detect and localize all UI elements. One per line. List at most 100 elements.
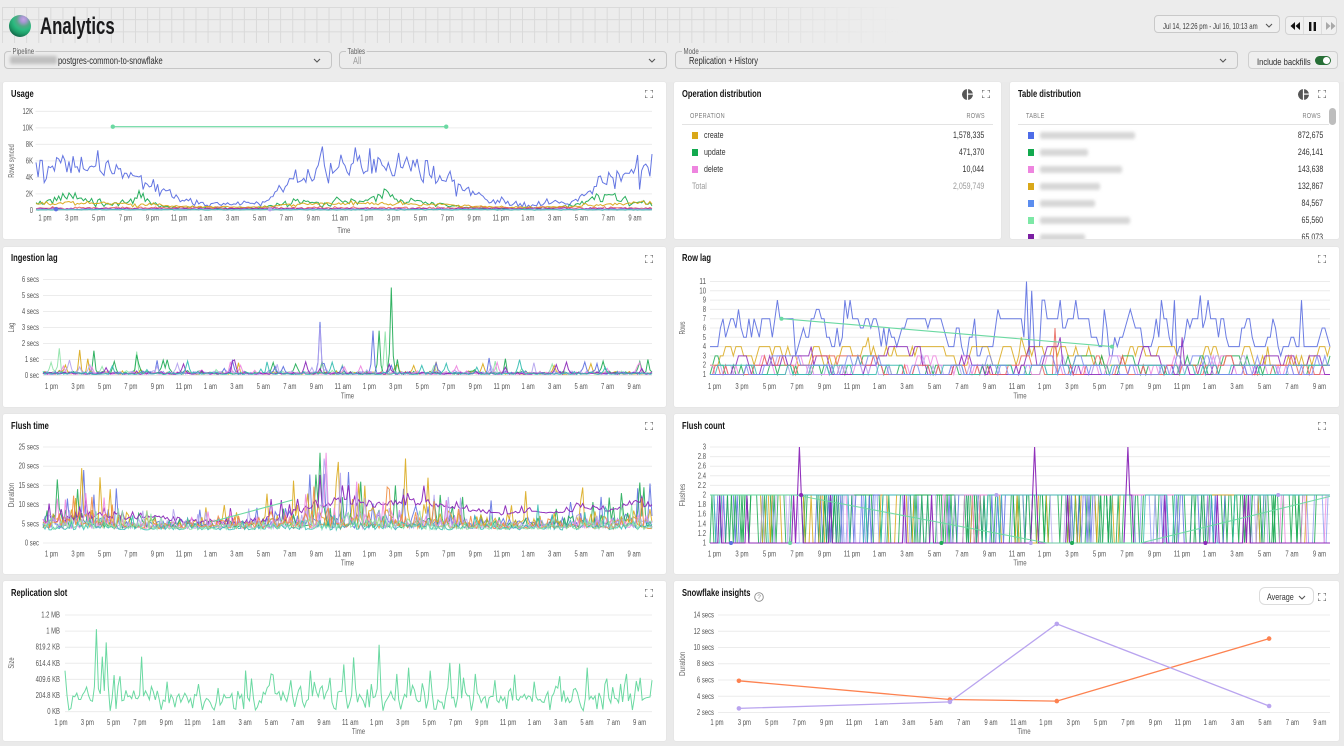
svg-text:7 am: 7 am <box>1286 718 1299 727</box>
svg-text:15 secs: 15 secs <box>19 481 39 490</box>
svg-text:9 pm: 9 pm <box>818 382 831 391</box>
svg-text:11 pm: 11 pm <box>844 382 861 391</box>
svg-text:5 am: 5 am <box>575 550 588 559</box>
svg-text:3: 3 <box>703 443 707 452</box>
svg-text:11 am: 11 am <box>342 718 359 727</box>
svg-text:7 pm: 7 pm <box>441 214 454 223</box>
svg-text:11 pm: 11 pm <box>176 382 193 391</box>
svg-text:11 am: 11 am <box>332 214 349 223</box>
svg-text:11 am: 11 am <box>1009 382 1026 391</box>
svg-text:4K: 4K <box>26 173 34 182</box>
svg-text:1 pm: 1 pm <box>363 382 376 391</box>
svg-text:1 pm: 1 pm <box>708 550 721 559</box>
svg-text:1 pm: 1 pm <box>708 382 721 391</box>
svg-text:5 pm: 5 pm <box>98 382 111 391</box>
svg-text:11 am: 11 am <box>335 550 352 559</box>
svg-text:5: 5 <box>703 332 707 341</box>
svg-text:7 pm: 7 pm <box>1121 718 1134 727</box>
svg-text:2: 2 <box>703 360 707 369</box>
svg-text:1 am: 1 am <box>204 550 217 559</box>
svg-text:5 pm: 5 pm <box>1094 718 1107 727</box>
svg-text:5 am: 5 am <box>1258 550 1271 559</box>
svg-text:9 am: 9 am <box>628 382 641 391</box>
svg-text:5 am: 5 am <box>257 382 270 391</box>
svg-text:11 am: 11 am <box>335 382 352 391</box>
svg-text:9 pm: 9 pm <box>469 382 482 391</box>
svg-text:11 pm: 11 pm <box>184 718 201 727</box>
svg-text:Duration: Duration <box>678 652 687 676</box>
svg-text:9 am: 9 am <box>317 718 330 727</box>
svg-text:1 am: 1 am <box>1203 550 1216 559</box>
svg-text:12K: 12K <box>23 107 34 116</box>
svg-text:3 pm: 3 pm <box>1065 550 1078 559</box>
svg-text:8 secs: 8 secs <box>697 659 714 668</box>
svg-text:1 am: 1 am <box>212 718 225 727</box>
svg-text:3 am: 3 am <box>548 550 561 559</box>
svg-text:3 pm: 3 pm <box>387 214 400 223</box>
svg-text:5 pm: 5 pm <box>107 718 120 727</box>
svg-text:1 am: 1 am <box>873 382 886 391</box>
svg-text:3 am: 3 am <box>548 382 561 391</box>
svg-text:11 am: 11 am <box>1009 550 1026 559</box>
svg-text:1 am: 1 am <box>204 382 217 391</box>
svg-text:1 am: 1 am <box>875 718 888 727</box>
svg-text:5 am: 5 am <box>257 550 270 559</box>
svg-text:5 pm: 5 pm <box>98 550 111 559</box>
svg-text:7 am: 7 am <box>602 214 615 223</box>
svg-text:1 pm: 1 pm <box>1038 550 1051 559</box>
svg-text:819.2 KB: 819.2 KB <box>36 643 60 652</box>
svg-text:5 pm: 5 pm <box>414 214 427 223</box>
svg-text:Size: Size <box>7 657 16 669</box>
svg-text:9 pm: 9 pm <box>1148 382 1161 391</box>
svg-text:9 am: 9 am <box>628 214 641 223</box>
svg-text:0: 0 <box>30 206 34 215</box>
svg-text:7 pm: 7 pm <box>449 718 462 727</box>
svg-text:2: 2 <box>703 491 707 500</box>
svg-text:9 am: 9 am <box>983 550 996 559</box>
svg-text:11 pm: 11 pm <box>176 550 193 559</box>
svg-text:9 am: 9 am <box>984 718 997 727</box>
svg-text:10K: 10K <box>23 123 34 132</box>
svg-text:1 pm: 1 pm <box>360 214 373 223</box>
svg-text:1 MB: 1 MB <box>46 627 60 636</box>
svg-text:5 pm: 5 pm <box>1093 550 1106 559</box>
svg-text:3 pm: 3 pm <box>396 718 409 727</box>
svg-text:1.4: 1.4 <box>698 519 707 528</box>
svg-text:10 secs: 10 secs <box>694 643 714 652</box>
svg-text:7 pm: 7 pm <box>1120 382 1133 391</box>
svg-text:6 secs: 6 secs <box>22 275 39 284</box>
svg-text:9 pm: 9 pm <box>818 550 831 559</box>
svg-text:6 secs: 6 secs <box>697 676 714 685</box>
svg-text:1 am: 1 am <box>1204 718 1217 727</box>
svg-text:Time: Time <box>1013 391 1027 400</box>
svg-text:5 am: 5 am <box>928 550 941 559</box>
svg-text:3 am: 3 am <box>554 718 567 727</box>
svg-text:5 pm: 5 pm <box>92 214 105 223</box>
svg-text:4 secs: 4 secs <box>22 307 39 316</box>
svg-text:11 pm: 11 pm <box>493 214 510 223</box>
svg-text:7 pm: 7 pm <box>119 214 132 223</box>
svg-text:4 secs: 4 secs <box>697 692 714 701</box>
svg-text:5 pm: 5 pm <box>1093 382 1106 391</box>
svg-text:3 am: 3 am <box>230 382 243 391</box>
svg-text:9 pm: 9 pm <box>151 550 164 559</box>
svg-text:7 am: 7 am <box>955 550 968 559</box>
svg-text:9 am: 9 am <box>1313 718 1326 727</box>
svg-text:3 pm: 3 pm <box>81 718 94 727</box>
svg-text:Rows: Rows <box>678 321 687 334</box>
svg-text:9 pm: 9 pm <box>1149 718 1162 727</box>
svg-text:5 pm: 5 pm <box>763 550 776 559</box>
svg-text:0 sec: 0 sec <box>25 371 39 380</box>
svg-text:7: 7 <box>703 314 707 323</box>
svg-text:Time: Time <box>1017 727 1031 736</box>
svg-text:9 am: 9 am <box>307 214 320 223</box>
svg-text:7 am: 7 am <box>283 550 296 559</box>
svg-text:9 pm: 9 pm <box>475 718 488 727</box>
svg-text:1 am: 1 am <box>521 214 534 223</box>
svg-text:Time: Time <box>341 391 355 400</box>
svg-text:9 am: 9 am <box>1313 382 1326 391</box>
svg-text:5 am: 5 am <box>928 382 941 391</box>
svg-text:1: 1 <box>703 370 707 379</box>
svg-text:Rows synced: Rows synced <box>7 144 16 178</box>
svg-text:5 pm: 5 pm <box>416 550 429 559</box>
